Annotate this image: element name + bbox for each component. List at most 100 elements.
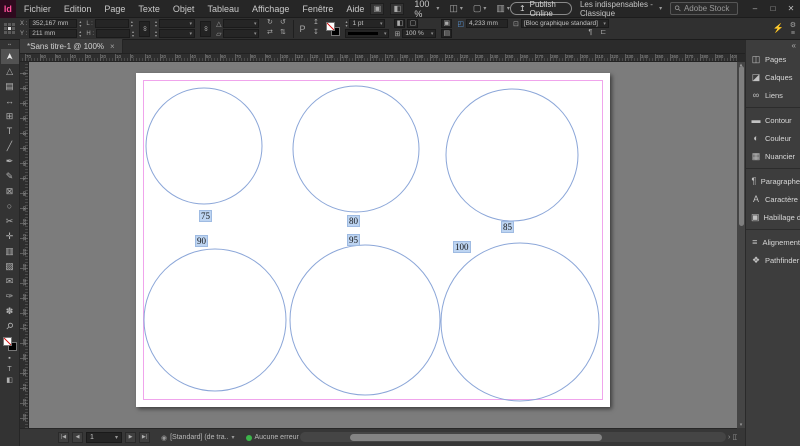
- scroll-end-icon-1[interactable]: ›: [728, 433, 730, 442]
- vertical-scrollbar[interactable]: ▴ ▾: [737, 62, 745, 428]
- y-position-field[interactable]: 211 mm: [29, 29, 78, 38]
- workspace-switcher[interactable]: Les indispensables - Classique ▾: [580, 0, 662, 18]
- flip-vertical-button[interactable]: ⇅: [277, 29, 288, 38]
- constrain-proportions-toggle[interactable]: ∞: [139, 20, 151, 37]
- menu-edition[interactable]: Edition: [64, 4, 92, 14]
- wrap-icon-1[interactable]: ¶: [585, 29, 596, 38]
- free-transform-tool[interactable]: ✛: [1, 229, 19, 244]
- opacity-field[interactable]: 100 % ▾: [402, 29, 437, 38]
- object-style-select[interactable]: [Bloc graphique standard] ▾: [520, 19, 609, 28]
- shear-angle-field[interactable]: ▾: [223, 29, 260, 38]
- pasteboard[interactable]: 75 80 85 90 95 100: [29, 62, 737, 428]
- line-tool[interactable]: ╱: [1, 139, 19, 154]
- ellipse-tool[interactable]: ○: [1, 199, 19, 214]
- screen-mode-menu[interactable]: ◫ ▾: [449, 3, 463, 14]
- x-stepper[interactable]: ▴ ▾: [79, 20, 81, 28]
- fill-stroke-swatches[interactable]: [326, 21, 341, 36]
- circle-frame-100[interactable]: [440, 242, 600, 402]
- gear-icon[interactable]: ⚙: [790, 21, 796, 29]
- circle-frame-95[interactable]: [289, 244, 441, 396]
- effect-icon-2[interactable]: ▢: [407, 19, 419, 28]
- expand-panels-icon[interactable]: «: [746, 40, 800, 50]
- constrain-scale-toggle[interactable]: ∞: [200, 20, 212, 37]
- rectangle-frame-tool[interactable]: ⊠: [1, 184, 19, 199]
- scale-y-stepper[interactable]: ▴ ▾: [155, 30, 157, 38]
- content-collector-tool[interactable]: ⊞: [1, 109, 19, 124]
- dock-item-paragraphe[interactable]: ¶ Paragraphe: [746, 172, 800, 190]
- app-icon-2[interactable]: ◧: [390, 2, 405, 15]
- dock-item-pathfinder[interactable]: ❖ Pathfinder: [746, 251, 800, 269]
- menu-affichage[interactable]: Affichage: [252, 4, 289, 14]
- circle-label-85[interactable]: 85: [501, 221, 514, 233]
- dock-item-contour[interactable]: ▬ Contour: [746, 111, 800, 129]
- vertical-scroll-thumb[interactable]: [738, 66, 744, 226]
- circle-label-100[interactable]: 100: [453, 241, 471, 253]
- tools-fill-stroke-proxy[interactable]: [2, 337, 17, 351]
- dock-item-couleur[interactable]: ◐ Couleur: [746, 129, 800, 147]
- gradient-tool[interactable]: ▥: [1, 244, 19, 259]
- dock-item-habillage-d-[interactable]: ▣Habillage d...: [746, 208, 800, 226]
- adobe-stock-search[interactable]: ⚲ Adobe Stock: [670, 2, 739, 15]
- corner-radius-field[interactable]: 4,233 mm: [465, 19, 508, 28]
- circle-label-90[interactable]: 90: [195, 235, 208, 247]
- stroke-type-select[interactable]: ▾: [345, 29, 390, 38]
- circle-label-80[interactable]: 80: [347, 215, 360, 227]
- maximize-button[interactable]: □: [764, 0, 782, 18]
- circle-frame-90[interactable]: [143, 248, 287, 392]
- dock-item-caract-re[interactable]: A Caractère: [746, 190, 800, 208]
- scissors-tool[interactable]: ✂: [1, 214, 19, 229]
- panel-grip[interactable]: ▪▪: [8, 43, 12, 48]
- tool-option-button-2[interactable]: T: [3, 364, 17, 375]
- menu-fichier[interactable]: Fichier: [24, 4, 51, 14]
- rotate-ccw-button[interactable]: ↺: [277, 19, 288, 28]
- height-field[interactable]: [96, 29, 131, 38]
- pencil-tool[interactable]: ✎: [1, 169, 19, 184]
- y-stepper[interactable]: ▴ ▾: [79, 30, 81, 38]
- fit-content-button-1[interactable]: ▣: [441, 19, 453, 28]
- panel-menu-icon[interactable]: ≡: [791, 30, 795, 37]
- menu-page[interactable]: Page: [104, 4, 125, 14]
- circle-frame-75[interactable]: [145, 87, 263, 205]
- next-page-button[interactable]: ▶: [125, 432, 136, 443]
- pen-tool[interactable]: ✒: [1, 154, 19, 169]
- circle-label-75[interactable]: 75: [199, 210, 212, 222]
- circle-frame-85[interactable]: [445, 88, 579, 222]
- dock-item-nuancier[interactable]: ▦ Nuancier: [746, 147, 800, 165]
- gap-tool[interactable]: ↔: [1, 94, 19, 109]
- circle-label-95[interactable]: 95: [347, 234, 360, 246]
- stroke-weight-stepper[interactable]: ▴ ▾: [345, 20, 347, 28]
- reference-point-proxy[interactable]: [4, 23, 15, 34]
- close-button[interactable]: ✕: [782, 0, 800, 18]
- cc-libraries-icon[interactable]: ⚡: [773, 23, 784, 34]
- last-page-button[interactable]: ▶|: [139, 432, 150, 443]
- tool-option-button-3[interactable]: ◧: [3, 375, 17, 386]
- fill-swatch-none[interactable]: [2, 337, 12, 346]
- menu-texte[interactable]: Texte: [138, 4, 160, 14]
- view-options-menu[interactable]: ▢ ▾: [473, 3, 487, 14]
- rotation-angle-field[interactable]: ▾: [223, 19, 260, 28]
- page-tool[interactable]: ▤: [1, 79, 19, 94]
- publish-online-button[interactable]: ↥ Publish Online: [509, 0, 572, 18]
- x-position-field[interactable]: 352,167 mm: [29, 19, 78, 28]
- scale-x-stepper[interactable]: ▴ ▾: [155, 20, 157, 28]
- flip-horizontal-button[interactable]: ⇄: [264, 29, 275, 38]
- direct-selection-tool[interactable]: ▷: [1, 64, 19, 79]
- error-status[interactable]: Aucune erreur ▾: [245, 434, 305, 441]
- corner-options-icon[interactable]: ◰: [457, 20, 464, 28]
- menu-tableau[interactable]: Tableau: [207, 4, 239, 14]
- previous-page-button[interactable]: ◀: [72, 432, 83, 443]
- effect-icon-1[interactable]: ◧: [394, 19, 406, 28]
- fit-content-button-2[interactable]: ▤: [441, 29, 453, 38]
- stroke-weight-field[interactable]: 1 pt ▾: [349, 19, 386, 28]
- rotate-cw-button[interactable]: ↻: [264, 19, 275, 28]
- menu-aide[interactable]: Aide: [346, 4, 364, 14]
- width-stepper[interactable]: ▴ ▾: [131, 20, 133, 28]
- zoom-tool[interactable]: ⚲: [1, 319, 19, 334]
- note-tool[interactable]: ✉: [1, 274, 19, 289]
- eyedropper-tool[interactable]: ✑: [1, 289, 19, 304]
- fill-swatch-none[interactable]: [326, 21, 336, 31]
- app-icon-1[interactable]: ▣: [370, 2, 385, 15]
- menu-objet[interactable]: Objet: [173, 4, 195, 14]
- height-stepper[interactable]: ▴ ▾: [132, 30, 134, 38]
- zoom-level-select[interactable]: 100 % ▾: [414, 0, 439, 19]
